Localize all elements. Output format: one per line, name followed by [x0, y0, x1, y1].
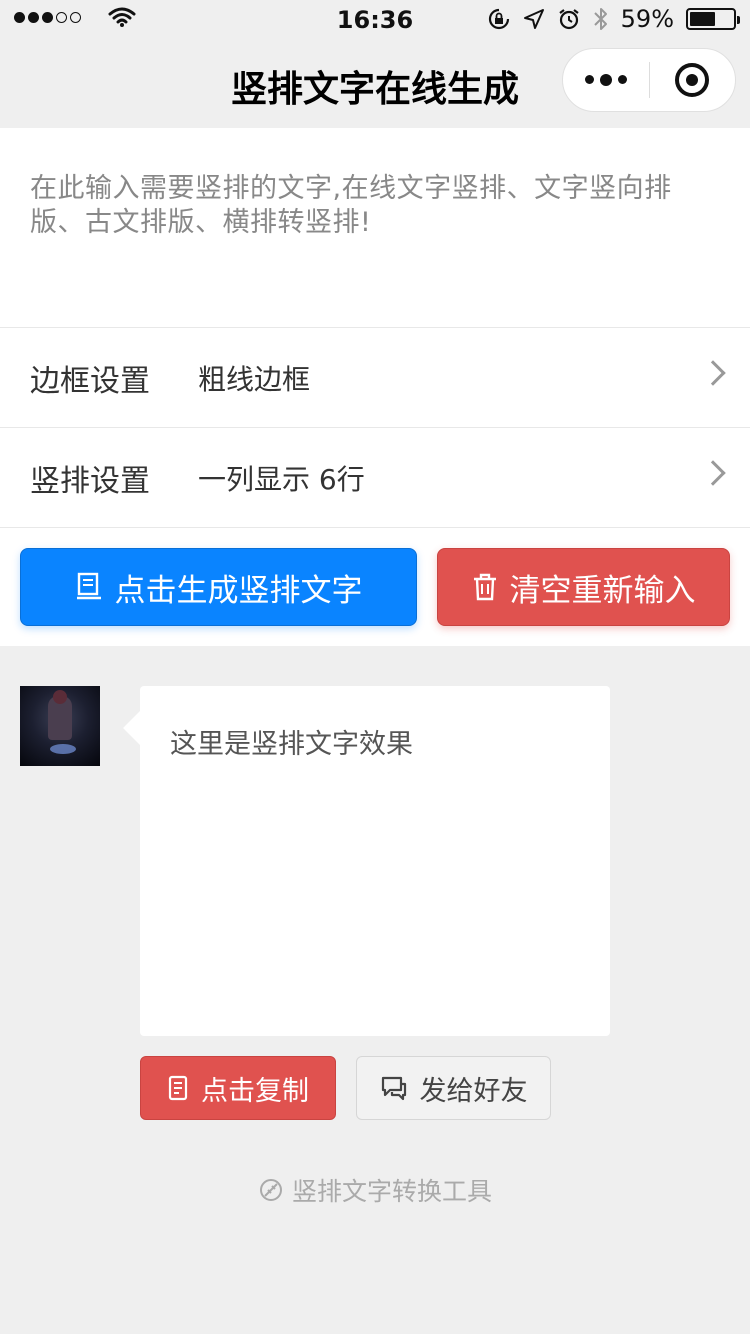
battery-icon: [686, 8, 740, 30]
border-setting-row[interactable]: 边框设置 粗线边框: [0, 328, 750, 428]
send-button-label: 发给好友: [419, 1075, 528, 1107]
avatar: [20, 686, 100, 766]
more-menu-button[interactable]: [563, 73, 649, 86]
input-panel: 在此输入需要竖排的文字,在线文字竖排、文字竖向排版、古文排版、横排转竖排! 边框…: [0, 128, 750, 646]
more-dot-icon: [599, 73, 612, 86]
preview-bubble: 这里是竖排文字效果: [140, 686, 610, 1036]
copy-button[interactable]: 点击复制: [140, 1056, 336, 1120]
border-setting-label: 边框设置: [30, 363, 150, 399]
footer: 竖排文字转换工具: [0, 1172, 750, 1208]
border-setting-value: 粗线边框: [198, 362, 311, 396]
text-input-placeholder: 在此输入需要竖排的文字,在线文字竖排、文字竖向排版、古文排版、横排转竖排!: [30, 173, 672, 238]
vertical-setting-row[interactable]: 竖排设置 一列显示 6行: [0, 428, 750, 528]
navigation-bar: 竖排文字在线生成: [0, 40, 750, 128]
rotation-lock-icon: [488, 8, 509, 30]
target-icon: [675, 63, 710, 97]
chevron-right-icon: [700, 360, 726, 386]
tool-icon: [259, 1179, 282, 1201]
battery-fill: [690, 12, 715, 26]
text-input[interactable]: 在此输入需要竖排的文字,在线文字竖排、文字竖向排版、古文排版、横排转竖排!: [0, 128, 750, 328]
status-icons: 59%: [487, 5, 740, 33]
alarm-icon: [558, 9, 579, 30]
status-bar: 16:36 59%: [0, 0, 750, 40]
chevron-right-icon: [700, 460, 726, 486]
clear-button[interactable]: 清空重新输入: [437, 548, 730, 626]
battery-percent: 59%: [620, 5, 674, 33]
vertical-setting-value: 一列显示 6行: [198, 462, 365, 496]
chat-bubble-icon: [380, 1075, 408, 1101]
send-to-friend-button[interactable]: 发给好友: [356, 1056, 551, 1120]
vertical-setting-label: 竖排设置: [30, 463, 150, 499]
document-icon: [167, 1074, 189, 1102]
generate-button[interactable]: 点击生成竖排文字: [20, 548, 417, 626]
clear-button-label: 清空重新输入: [509, 572, 696, 609]
footer-text: 竖排文字转换工具: [291, 1177, 492, 1206]
bluetooth-icon: [593, 8, 607, 30]
mini-program-capsule: [562, 48, 736, 112]
copy-button-label: 点击复制: [201, 1075, 309, 1107]
more-dot-icon: [584, 74, 594, 84]
close-mini-program-button[interactable]: [650, 63, 736, 97]
location-icon: [523, 9, 544, 29]
more-dot-icon: [617, 74, 627, 84]
book-icon: [75, 572, 103, 602]
trash-icon: [472, 572, 498, 602]
preview-text: 这里是竖排文字效果: [170, 729, 413, 760]
generate-button-label: 点击生成竖排文字: [114, 572, 363, 609]
